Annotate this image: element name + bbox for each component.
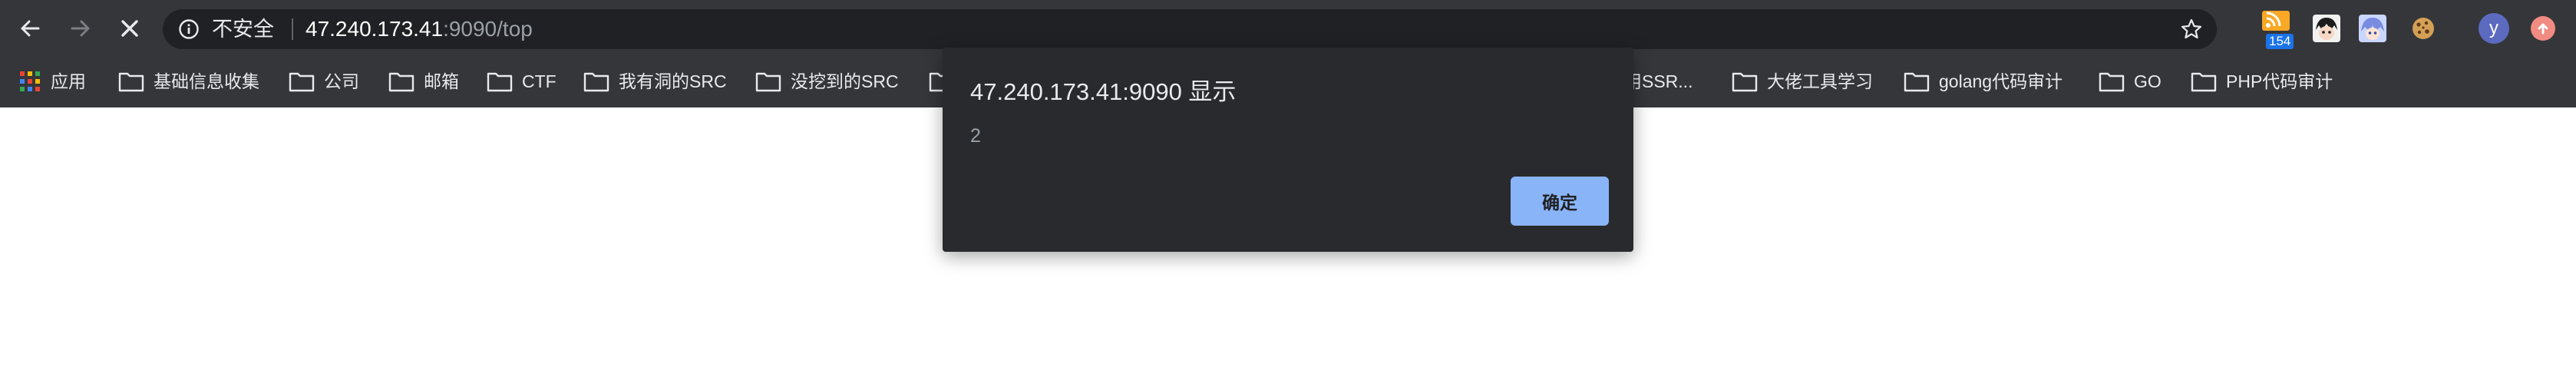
bookmark-label: CTF [522, 71, 556, 91]
bookmark-folder[interactable]: 大佬工具学习 [1732, 68, 1873, 95]
rss-extension-button[interactable]: 154 [2258, 11, 2294, 49]
bookmark-label: 用SSR... [1624, 71, 1693, 91]
folder-icon [289, 72, 315, 92]
browser-window: 不安全 47.240.173.41:9090/top 154 y 应用 基础信息… [0, 0, 2576, 370]
dialog-message: 2 [970, 125, 981, 147]
stop-button[interactable] [112, 11, 147, 46]
bookmark-label: PHP代码审计 [2226, 71, 2333, 91]
bookmark-label: 我有洞的SRC [619, 71, 727, 91]
bookmark-folder[interactable]: golang代码审计 [1904, 68, 2062, 95]
folder-icon [1732, 72, 1758, 92]
update-badge [2531, 16, 2555, 41]
anime-avatar-extension-icon [2313, 15, 2340, 42]
bookmark-folder[interactable]: 公司 [289, 68, 359, 95]
bookmark-folder[interactable]: CTF [487, 68, 556, 95]
folder-icon [118, 72, 144, 92]
anime-avatar-extension-button[interactable] [2309, 11, 2344, 46]
alert-dialog: 47.240.173.41:9090 显示 2 确定 [943, 48, 1633, 252]
bookmark-star-icon[interactable] [2180, 18, 2203, 41]
bookmark-label: 没挖到的SRC [791, 71, 899, 91]
dialog-title: 47.240.173.41:9090 显示 [970, 78, 1237, 105]
profile-avatar: y [2479, 13, 2509, 44]
update-icon [2538, 23, 2548, 35]
url-text[interactable]: 47.240.173.41:9090/top [305, 18, 533, 41]
folder-icon [388, 72, 414, 92]
apps-grid-icon [20, 71, 40, 91]
bookmark-folder[interactable]: 我有洞的SRC [583, 68, 727, 95]
update-button[interactable] [2525, 11, 2561, 46]
bookmark-label: 邮箱 [424, 71, 459, 91]
bookmark-label: 基础信息收集 [154, 71, 259, 91]
bookmark-label: GO [2134, 71, 2162, 91]
bookmark-folder[interactable]: 基础信息收集 [118, 68, 259, 95]
security-status-label[interactable]: 不安全 [212, 18, 274, 41]
rss-unread-badge: 154 [2266, 34, 2294, 49]
bookmark-label: 应用 [51, 71, 86, 91]
url-path: :9090/top [443, 17, 533, 41]
cookie-extension-button[interactable] [2406, 11, 2441, 46]
forward-button[interactable] [63, 11, 98, 46]
info-icon[interactable] [178, 18, 200, 40]
profile-button[interactable]: y [2476, 11, 2512, 46]
folder-icon [2191, 72, 2217, 92]
bookmark-apps[interactable]: 应用 [18, 68, 86, 95]
anime-avatar-2-extension-icon [2359, 15, 2386, 42]
cookie-extension-icon [2413, 18, 2434, 39]
stop-loading-icon [121, 20, 138, 37]
bookmark-folder[interactable]: PHP代码审计 [2191, 68, 2333, 95]
bookmark-label: golang代码审计 [1939, 71, 2063, 91]
bookmark-folder[interactable]: 没挖到的SRC [755, 68, 899, 95]
address-bar[interactable]: 不安全 47.240.173.41:9090/top [163, 9, 2217, 49]
omnibox-divider [292, 18, 293, 40]
anime-avatar-2-extension-button[interactable] [2355, 11, 2390, 46]
bookmark-folder[interactable]: 邮箱 [388, 68, 459, 95]
folder-icon [487, 72, 513, 92]
folder-icon [755, 72, 781, 92]
forward-arrow-icon [71, 20, 90, 37]
url-host: 47.240.173.41 [305, 17, 444, 41]
folder-icon [2099, 72, 2125, 92]
bookmark-label: 大佬工具学习 [1767, 71, 1873, 91]
folder-icon [1904, 72, 1930, 92]
back-button[interactable] [12, 11, 48, 46]
folder-icon [583, 72, 609, 92]
bookmark-folder[interactable]: 用SSR... [1624, 68, 1693, 95]
bookmark-label: 公司 [324, 71, 359, 91]
back-arrow-icon [21, 20, 40, 37]
ok-button[interactable]: 确定 [1511, 177, 1609, 226]
bookmark-folder[interactable]: GO [2099, 68, 2162, 95]
